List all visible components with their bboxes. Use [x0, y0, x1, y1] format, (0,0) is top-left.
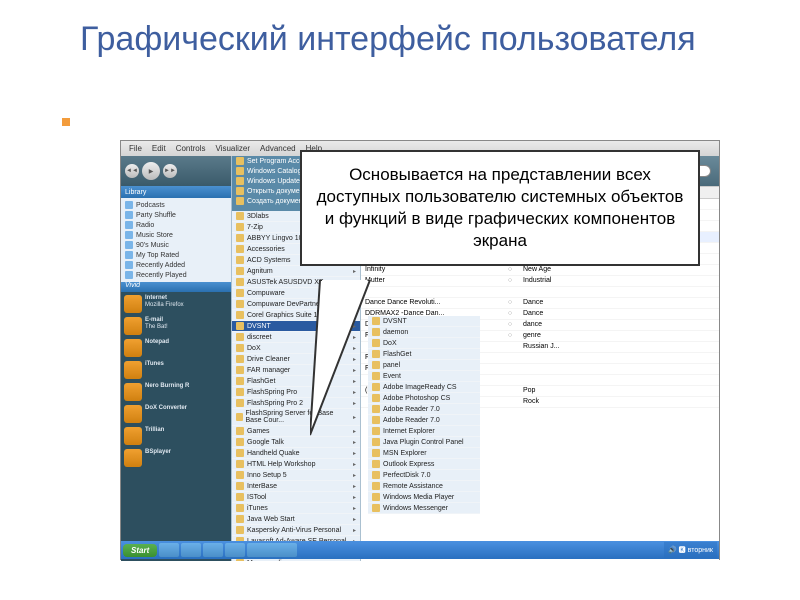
quick-item[interactable]: Notepad — [124, 339, 228, 357]
quick-item[interactable]: BSplayer — [124, 449, 228, 467]
library-item[interactable]: Recently Added — [121, 260, 231, 270]
menu-file[interactable]: File — [129, 144, 142, 153]
menu-edit[interactable]: Edit — [152, 144, 166, 153]
taskbar-item[interactable] — [181, 543, 201, 557]
library-item[interactable]: Recently Played — [121, 270, 231, 280]
library-list: PodcastsParty ShuffleRadioMusic Store90'… — [121, 198, 231, 282]
library-item[interactable]: My Top Rated — [121, 250, 231, 260]
slide-title: Графический интерфейс пользователя — [80, 20, 720, 59]
library-item[interactable]: 90's Music — [121, 240, 231, 250]
taskbar-item[interactable] — [203, 543, 223, 557]
play-button[interactable]: ▶ — [142, 162, 160, 180]
submenu-item[interactable]: Outlook Express — [368, 459, 480, 470]
quick-item[interactable]: InternetMozilla Firefox — [124, 295, 228, 313]
menu-advanced[interactable]: Advanced — [260, 144, 296, 153]
quick-item[interactable]: E-mailThe Bat! — [124, 317, 228, 335]
library-header: Library — [121, 186, 231, 198]
library-item[interactable]: Podcasts — [121, 200, 231, 210]
library-item[interactable]: Radio — [121, 220, 231, 230]
submenu-item[interactable]: Remote Assistance — [368, 481, 480, 492]
callout-box: Основывается на представлении всех досту… — [300, 150, 700, 266]
program-item[interactable]: Inno Setup 5▸ — [232, 470, 360, 481]
submenu-item[interactable]: Windows Messenger — [368, 503, 480, 514]
taskbar-item[interactable] — [159, 543, 179, 557]
prev-button[interactable]: ◄◄ — [125, 164, 139, 178]
quick-launch: InternetMozilla Firefox E-mailThe Bat! Not… — [121, 292, 231, 539]
program-item[interactable]: ISTool▸ — [232, 492, 360, 503]
bullet-square — [62, 118, 70, 126]
quick-item[interactable]: Nero Burning R — [124, 383, 228, 401]
library-item[interactable]: Party Shuffle — [121, 210, 231, 220]
submenu-item[interactable]: Windows Media Player — [368, 492, 480, 503]
vivid-header: Vivid — [121, 282, 231, 292]
left-panel: ◄◄ ▶ ►► Library PodcastsParty ShuffleRad… — [121, 156, 231, 561]
program-item[interactable]: InterBase▸ — [232, 481, 360, 492]
track-row[interactable] — [361, 287, 719, 298]
player-controls: ◄◄ ▶ ►► — [121, 156, 231, 186]
program-item[interactable]: Agnitum▸ — [232, 266, 360, 277]
next-button[interactable]: ►► — [163, 164, 177, 178]
program-item[interactable]: Handheld Quake▸ — [232, 448, 360, 459]
taskbar-item[interactable] — [225, 543, 245, 557]
menu-controls[interactable]: Controls — [176, 144, 206, 153]
track-row[interactable]: Dance Dance Revoluti...○Dance — [361, 298, 719, 309]
quick-item[interactable]: iTunes — [124, 361, 228, 379]
callout-tail — [310, 280, 390, 440]
taskbar-item-itunes[interactable] — [247, 543, 297, 557]
submenu-item[interactable]: MSN Explorer — [368, 448, 480, 459]
start-button[interactable]: Start — [123, 544, 157, 557]
track-row[interactable]: Infinity○New Age — [361, 265, 719, 276]
menu-visualizer[interactable]: Visualizer — [215, 144, 250, 153]
program-item[interactable]: Java Web Start▸ — [232, 514, 360, 525]
quick-item[interactable]: Trillian — [124, 427, 228, 445]
library-item[interactable]: Music Store — [121, 230, 231, 240]
track-row[interactable]: Mutter○Industrial — [361, 276, 719, 287]
quick-item[interactable]: DoX Converter — [124, 405, 228, 423]
submenu-item[interactable]: PerfectDisk 7.0 — [368, 470, 480, 481]
system-tray[interactable]: 🔊🅺вторник — [664, 542, 717, 558]
program-item[interactable]: HTML Help Workshop▸ — [232, 459, 360, 470]
program-item[interactable]: Kaspersky Anti-Virus Personal▸ — [232, 525, 360, 536]
taskbar: Start 🔊🅺вторник — [121, 541, 719, 559]
program-item[interactable]: iTunes▸ — [232, 503, 360, 514]
